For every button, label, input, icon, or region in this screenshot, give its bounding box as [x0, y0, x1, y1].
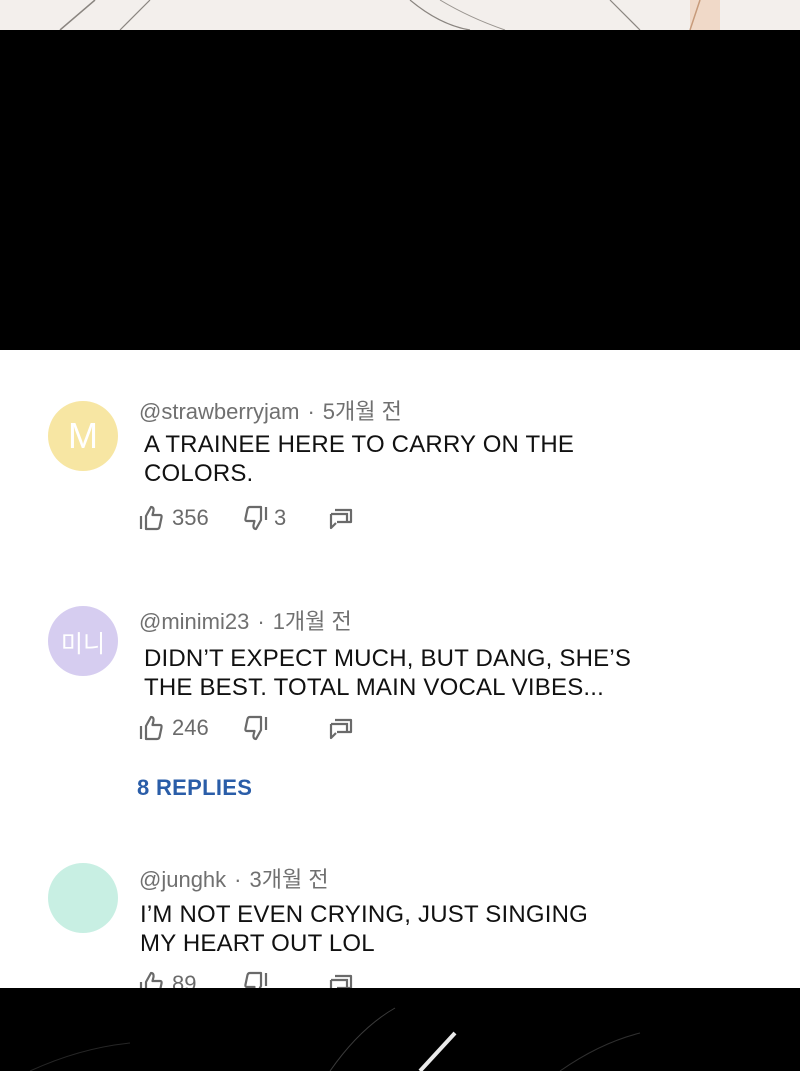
like-count: 356 — [172, 505, 209, 530]
comment-time: 1개월 전 — [272, 609, 352, 634]
dislike-button[interactable] — [242, 714, 274, 742]
meta-separator: · — [307, 399, 315, 424]
comment-text: A TRAINEE HERE TO CARRY ON THE COLORS. — [144, 430, 574, 488]
comment-text-line: COLORS. — [144, 460, 254, 487]
comment-text-line: I’M NOT EVEN CRYING, JUST SINGING — [140, 901, 588, 928]
comment-time: 3개월 전 — [249, 867, 329, 892]
avatar-initial: 미니 — [60, 630, 106, 658]
like-button[interactable]: 246 — [137, 714, 209, 742]
black-band-bottom — [0, 988, 800, 1071]
dislike-button[interactable]: 3 — [242, 504, 286, 532]
artwork-lines — [59, 0, 720, 30]
reply-button[interactable] — [327, 714, 355, 742]
comment-username[interactable]: @strawberryjam — [139, 399, 299, 424]
comment-meta: @junghk · 3개월 전 — [139, 862, 329, 894]
comment-text-line: THE BEST. TOTAL MAIN VOCAL VIBES... — [144, 674, 605, 701]
comment-text-line: A TRAINEE HERE TO CARRY ON THE — [144, 431, 575, 458]
like-button[interactable]: 356 — [137, 504, 209, 532]
reply-button[interactable] — [327, 970, 355, 988]
black-band-top — [0, 30, 800, 350]
like-count: 89 — [172, 971, 197, 988]
comment-text-line: DIDN’T EXPECT MUCH, BUT DANG, SHE’S — [144, 645, 632, 672]
dislike-button[interactable] — [242, 970, 274, 988]
artwork-lines — [29, 1007, 641, 1071]
comment-text-line: MY HEART OUT LOL — [140, 930, 375, 957]
avatar[interactable]: M — [48, 401, 118, 471]
comment-text: DIDN’T EXPECT MUCH, BUT DANG, SHE’S THE … — [144, 644, 631, 702]
comment-username[interactable]: @junghk — [139, 867, 226, 892]
comment-username[interactable]: @minimi23 — [139, 609, 249, 634]
comment-actions: 246 — [137, 714, 377, 744]
comment-meta: @minimi23 · 1개월 전 — [139, 604, 352, 636]
thumbs-down-icon — [244, 715, 268, 741]
comment-time: 5개월 전 — [322, 399, 402, 424]
thumbs-up-icon — [139, 505, 163, 531]
top-artwork-strip — [0, 0, 800, 30]
thumbs-up-icon — [139, 715, 163, 741]
dislike-count: 3 — [274, 505, 287, 530]
reply-comment-icon — [329, 508, 353, 530]
avatar-initial: M — [68, 415, 98, 456]
like-count: 246 — [172, 715, 209, 740]
comment-text: I’M NOT EVEN CRYING, JUST SINGING MY HEA… — [140, 900, 588, 958]
reply-button[interactable] — [327, 504, 355, 532]
avatar[interactable]: 미니 — [48, 606, 118, 676]
thumbs-up-icon — [139, 971, 163, 988]
meta-separator: · — [257, 609, 265, 634]
like-button[interactable]: 89 — [137, 970, 196, 988]
meta-separator: · — [234, 867, 242, 892]
thumbs-down-icon — [244, 971, 268, 988]
comment-meta: @strawberryjam · 5개월 전 — [139, 394, 402, 426]
comment-actions: 356 3 — [137, 504, 377, 534]
comment-actions: 89 — [137, 970, 377, 988]
thumbs-down-icon — [244, 505, 268, 531]
view-replies-button[interactable]: 8 REPLIES — [137, 775, 252, 801]
reply-comment-icon — [329, 718, 353, 740]
avatar[interactable] — [48, 863, 118, 933]
comments-panel: M @strawberryjam · 5개월 전 A TRAINEE HERE TO… — [0, 350, 800, 988]
reply-comment-icon — [329, 974, 353, 988]
